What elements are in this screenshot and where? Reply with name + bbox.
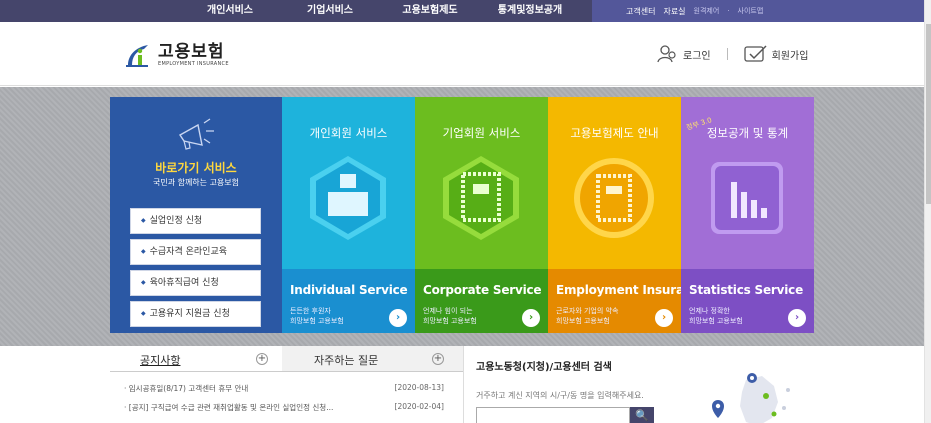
site-logo[interactable]: 고용보험 EMPLOYMENT INSURANCE (124, 39, 229, 71)
logo-subtext: EMPLOYMENT INSURANCE (158, 61, 229, 67)
document-icon (574, 158, 654, 238)
lower-section: 공지사항 + 자주하는 질문 + · 임시공휴일(8/17) 고객센터 휴무 안… (0, 346, 931, 423)
panel-title: 기업회원 서비스 (442, 126, 521, 140)
panel-bottom: Corporate Service 언제나 힘이 되는 희망보험 고용보험 › (415, 269, 548, 333)
person-icon (310, 156, 386, 240)
logo-icon (124, 41, 152, 69)
site-header: 고용보험 EMPLOYMENT INSURANCE 로그인 회원가입 (0, 22, 931, 86)
building-icon (443, 156, 519, 240)
panel-bottom: Employment Insurance 근로자와 기업의 약속 희망보험 고용보… (548, 269, 707, 333)
menu-individual[interactable]: 개인서비스 (180, 0, 280, 22)
search-input[interactable] (476, 407, 630, 423)
tab-notice-label: 공지사항 (140, 354, 181, 367)
list-item[interactable]: · 임시공휴일(8/17) 고객센터 휴무 안내 [2020-08-13] (124, 383, 444, 394)
menu-insurance-system[interactable]: 고용보험제도 (380, 0, 480, 22)
menu-corporate[interactable]: 기업서비스 (280, 0, 380, 22)
signup-link[interactable]: 회원가입 (743, 44, 809, 64)
page-scrollbar[interactable] (924, 0, 931, 423)
plus-icon[interactable]: + (432, 353, 444, 365)
panel-desc: 근로자와 기업의 약속 희망보험 고용보험 (556, 307, 619, 325)
tab-faq-label: 자주하는 질문 (314, 354, 379, 367)
search-button[interactable]: 🔍 (630, 407, 654, 423)
panel-en-title: Individual Service (290, 283, 408, 297)
unemployment-claim-button[interactable]: 실업인정 신청 (130, 208, 261, 234)
panel-bottom: Statistics Service 언제나 정확한 희망보험 고용보험 › (681, 269, 814, 333)
logo-text: 고용보험 (158, 42, 225, 62)
panel-desc: 언제나 정확한 희망보험 고용보험 (689, 307, 743, 325)
arrow-right-icon[interactable]: › (522, 309, 540, 327)
header-divider (726, 48, 728, 60)
utility-menu: 고객센터 자료실 원격제어 · 사이트맵 (592, 0, 931, 22)
plus-icon[interactable]: + (256, 353, 268, 365)
list-item[interactable]: · [공지] 구직급여 수급 관련 재취업활동 및 온라인 실업인정 신청...… (124, 402, 444, 413)
map-icon (712, 373, 790, 423)
login-link[interactable]: 로그인 (657, 44, 711, 64)
megaphone-icon (178, 118, 214, 150)
arrow-right-icon[interactable]: › (655, 309, 673, 327)
arrow-right-icon[interactable]: › (389, 309, 407, 327)
panel-desc: 언제나 힘이 되는 희망보험 고용보험 (423, 307, 477, 325)
menu-statistics[interactable]: 통계및정보공개 (480, 0, 580, 22)
signup-label: 회원가입 (771, 50, 809, 62)
panel-title: 고용보험제도 안내 (570, 126, 659, 140)
util-dot: · (727, 7, 730, 15)
people-icon (657, 45, 676, 63)
tab-faq[interactable]: 자주하는 질문 + (282, 346, 463, 372)
panel-desc: 든든한 후원자 희망보험 고용보험 (290, 307, 344, 325)
login-label: 로그인 (683, 50, 711, 62)
util-archive[interactable]: 자료실 (663, 6, 685, 17)
panel-en-title: Statistics Service (689, 283, 804, 297)
corporate-service-panel[interactable]: 기업회원 서비스 Corporate Service 언제나 힘이 되는 희망보험… (415, 97, 548, 333)
bar-chart-icon (711, 162, 783, 234)
util-sitemap[interactable]: 사이트맵 (738, 6, 764, 16)
panel-title: 정보공개 및 통계 (706, 126, 789, 140)
statistics-panel[interactable]: 정부 3.0 정보공개 및 통계 Statistics Service 언제나 … (681, 97, 814, 333)
online-education-button[interactable]: 수급자격 온라인교육 (130, 239, 261, 265)
top-navigation: 개인서비스 기업서비스 고용보험제도 통계및정보공개 고객센터 자료실 원격제어… (0, 0, 931, 22)
main-menu: 개인서비스 기업서비스 고용보험제도 통계및정보공개 (180, 0, 580, 22)
hero-section: 바로가기 서비스 국민과 함께하는 고용보험 실업인정 신청 수급자격 온라인교… (0, 87, 931, 346)
util-customer-center[interactable]: 고객센터 (626, 6, 655, 17)
panel-bottom: Individual Service 든든한 후원자 희망보험 고용보험 › (282, 269, 415, 333)
header-links: 로그인 회원가입 (657, 40, 808, 68)
tab-notice[interactable]: 공지사항 + (110, 346, 282, 372)
center-search: 고용노동청(지청)/고용센터 검색 거주하고 계신 지역의 시/구/동 명을 입… (463, 346, 815, 423)
panel-title: 개인회원 서비스 (309, 126, 388, 140)
search-description: 거주하고 계신 지역의 시/구/동 명을 입력해주세요. (476, 391, 644, 400)
arrow-right-icon[interactable]: › (788, 309, 806, 327)
panel-en-title: Corporate Service (423, 283, 542, 297)
util-remote-control[interactable]: 원격제어 (694, 6, 720, 16)
insurance-system-panel[interactable]: 고용보험제도 안내 Employment Insurance 근로자와 기업의 … (548, 97, 707, 333)
quick-service-panel: 바로가기 서비스 국민과 함께하는 고용보험 실업인정 신청 수급자격 온라인교… (110, 97, 282, 333)
parental-leave-button[interactable]: 육아휴직급여 신청 (130, 270, 261, 296)
individual-service-panel[interactable]: 개인회원 서비스 Individual Service 든든한 후원자 희망보험 … (282, 97, 415, 333)
quick-title: 바로가기 서비스 (155, 161, 237, 175)
scrollbar-thumb[interactable] (926, 24, 931, 204)
search-title: 고용노동청(지청)/고용센터 검색 (476, 362, 612, 373)
signup-icon (743, 45, 767, 62)
quick-subtitle: 국민과 함께하는 고용보험 (152, 178, 240, 187)
employment-retention-button[interactable]: 고용유지 지원금 신청 (130, 301, 261, 327)
